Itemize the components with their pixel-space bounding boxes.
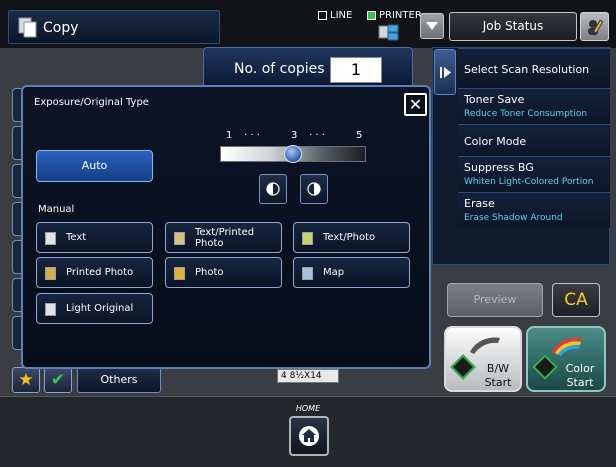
start-diamond-icon	[450, 354, 476, 380]
option-label: Text/Printed Photo	[195, 227, 255, 249]
item-subtitle: Whiten Light-Colored Portion	[464, 177, 594, 187]
photo-icon	[174, 267, 185, 280]
preview-button[interactable]: Preview	[447, 283, 543, 317]
printed-photo-option[interactable]: Printed Photo	[36, 257, 153, 288]
check-button[interactable]: ✔	[44, 367, 72, 393]
option-label: Light Original	[66, 303, 134, 314]
light-original-option[interactable]: Light Original	[36, 293, 153, 324]
app-title: Copy	[43, 20, 79, 36]
option-label: Printed Photo	[66, 267, 134, 278]
scale-dots-right: · · ·	[309, 130, 325, 141]
text-printed-photo-option[interactable]: Text/Printed Photo	[165, 222, 282, 253]
bw-start-label: B/W Start	[484, 362, 512, 389]
chevron-down-icon	[426, 22, 438, 30]
clear-all-button[interactable]: CA	[552, 283, 600, 317]
map-icon	[302, 267, 313, 280]
home-label: HOME	[295, 404, 321, 413]
suppress-bg-item[interactable]: Suppress BG Whiten Light-Colored Portion	[458, 156, 610, 192]
star-icon: ★	[18, 370, 34, 390]
text-photo-icon	[302, 232, 313, 245]
printer-checkbox[interactable]	[367, 11, 376, 20]
start-diamond-icon	[532, 354, 558, 380]
half-circle-right-icon	[307, 182, 321, 196]
printed-photo-icon	[45, 267, 56, 280]
copies-input[interactable]: 1	[330, 57, 382, 83]
toner-save-item[interactable]: Toner Save Reduce Toner Consumption	[458, 88, 610, 124]
text-doc-icon	[45, 232, 56, 245]
map-option[interactable]: Map	[293, 257, 410, 288]
close-button[interactable]: ✕	[404, 93, 427, 116]
scale-label-1: 1	[226, 130, 233, 141]
close-icon: ✕	[408, 95, 423, 114]
scale-label-3: 3	[291, 130, 298, 141]
color-brush-icon	[552, 337, 582, 356]
home-button[interactable]	[289, 416, 329, 456]
paper-size-indicator: 4 8½X14	[277, 369, 339, 383]
user-edit-icon	[588, 19, 604, 35]
others-button[interactable]: Others	[77, 367, 161, 393]
option-label: Photo	[195, 267, 224, 278]
auto-button[interactable]: Auto	[36, 150, 153, 182]
scan-resolution-item[interactable]: Select Scan Resolution	[458, 48, 610, 88]
item-title: Toner Save	[464, 93, 525, 106]
printer-label: PRINTER	[379, 10, 422, 21]
color-mode-item[interactable]: Color Mode	[458, 124, 610, 156]
item-subtitle: Erase Shadow Around	[464, 213, 563, 223]
color-start-button[interactable]: Color Start	[526, 326, 606, 392]
favorite-button[interactable]: ★	[12, 367, 40, 393]
job-status-button[interactable]: Job Status	[449, 12, 577, 41]
manual-label: Manual	[38, 204, 75, 215]
option-label: Text	[66, 232, 87, 243]
mode-dropdown-button[interactable]	[420, 13, 444, 39]
text-option[interactable]: Text	[36, 222, 153, 253]
option-label: Map	[323, 267, 345, 278]
scale-dots-left: · · ·	[244, 130, 260, 141]
printer-status-icon	[378, 24, 399, 41]
item-title: Suppress BG	[464, 161, 534, 174]
color-start-label: Color Start	[565, 362, 595, 389]
text-printed-photo-icon	[174, 232, 185, 245]
item-title: Erase	[464, 197, 495, 210]
bw-brush-icon	[470, 337, 500, 354]
text-photo-option[interactable]: Text/Photo	[293, 222, 410, 253]
item-subtitle: Reduce Toner Consumption	[464, 109, 588, 119]
check-icon: ✔	[50, 370, 66, 390]
light-original-icon	[45, 303, 56, 316]
bw-start-button[interactable]: B/W Start	[444, 326, 522, 392]
erase-item[interactable]: Erase Erase Shadow Around	[458, 192, 610, 228]
dialog-title: Exposure/Original Type	[34, 97, 149, 108]
line-label: LINE	[330, 10, 353, 21]
item-title: Select Scan Resolution	[464, 63, 590, 76]
copies-label: No. of copies	[234, 61, 325, 77]
copies-box: No. of copies 1	[203, 47, 413, 89]
photo-option[interactable]: Photo	[165, 257, 282, 288]
exposure-lighter-button[interactable]	[259, 174, 287, 204]
item-title: Color Mode	[464, 135, 527, 148]
copy-icon	[18, 17, 37, 38]
play-arrow-icon	[440, 67, 451, 78]
app-title-box: Copy	[8, 10, 220, 44]
user-button[interactable]	[580, 12, 609, 41]
half-circle-left-icon	[266, 182, 280, 196]
option-label: Text/Photo	[323, 232, 376, 243]
exposure-slider-thumb[interactable]	[284, 145, 302, 163]
line-checkbox[interactable]	[318, 11, 327, 20]
scale-label-5: 5	[356, 130, 363, 141]
exposure-darker-button[interactable]	[300, 174, 328, 204]
right-panel-toggle[interactable]	[434, 49, 456, 95]
home-icon	[299, 426, 319, 446]
